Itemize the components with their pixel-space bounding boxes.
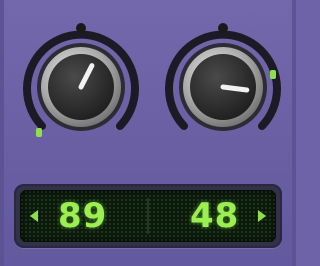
right-knob-graphic bbox=[165, 23, 281, 131]
triangle-right-icon[interactable] bbox=[258, 210, 266, 222]
lcd-screen: 89 48 bbox=[20, 190, 276, 242]
plugin-panel: 89 48 bbox=[0, 0, 296, 266]
right-knob-indicator bbox=[270, 70, 276, 79]
left-knob-graphic bbox=[23, 23, 139, 137]
right-knob-pointer bbox=[220, 84, 250, 93]
value-display: 89 48 bbox=[14, 184, 282, 248]
right-value-readout[interactable]: 48 bbox=[190, 196, 239, 236]
left-value-readout[interactable]: 89 bbox=[58, 196, 107, 236]
triangle-left-icon[interactable] bbox=[30, 210, 38, 222]
right-knob[interactable] bbox=[158, 22, 288, 152]
left-knob-indicator bbox=[36, 128, 42, 137]
lcd-divider bbox=[147, 198, 149, 234]
left-knob[interactable] bbox=[16, 22, 146, 152]
